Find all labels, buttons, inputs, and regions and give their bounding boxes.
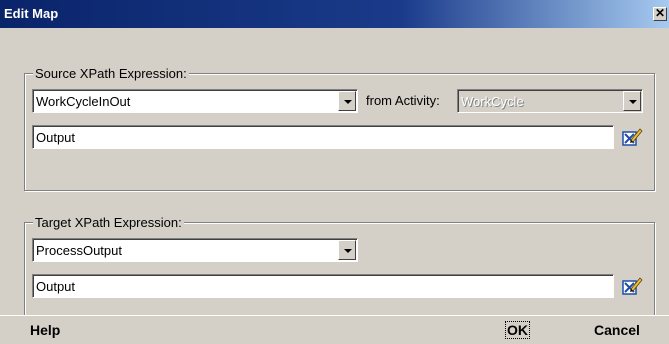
target-variable-select[interactable]: ProcessOutput [32,238,358,262]
cancel-button[interactable]: Cancel [594,322,640,338]
ok-button[interactable]: OK [505,321,530,339]
source-activity-select: WorkCycle [457,89,643,113]
ok-label: OK [505,321,530,339]
source-xpath-group: Source XPath Expression: WorkCycleInOut … [24,66,655,191]
edit-pencil-icon[interactable] [621,275,643,297]
dialog-body: Source XPath Expression: WorkCycleInOut … [0,28,669,324]
title-bar: Edit Map ✕ [0,0,669,28]
from-activity-label: from Activity: [366,93,440,108]
chevron-down-icon[interactable] [338,91,356,111]
target-expression-field[interactable]: Output [32,274,614,298]
source-variable-select[interactable]: WorkCycleInOut [32,89,358,113]
window-title: Edit Map [4,6,59,21]
chevron-down-icon[interactable] [338,240,356,260]
button-bar: Help OK Cancel [0,315,669,344]
target-xpath-group: Target XPath Expression: ProcessOutput O… [24,215,655,324]
target-legend: Target XPath Expression: [33,215,184,230]
source-activity-value: WorkCycle [461,94,524,109]
target-expression-value: Output [36,279,76,294]
chevron-down-icon [623,91,641,111]
source-expression-value: Output [36,130,76,145]
help-button[interactable]: Help [30,322,60,338]
close-icon[interactable]: ✕ [653,7,667,21]
target-variable-value: ProcessOutput [36,243,122,258]
source-expression-field[interactable]: Output [32,125,614,149]
source-variable-value: WorkCycleInOut [36,94,131,109]
source-legend: Source XPath Expression: [33,66,189,81]
edit-pencil-icon[interactable] [621,126,643,148]
